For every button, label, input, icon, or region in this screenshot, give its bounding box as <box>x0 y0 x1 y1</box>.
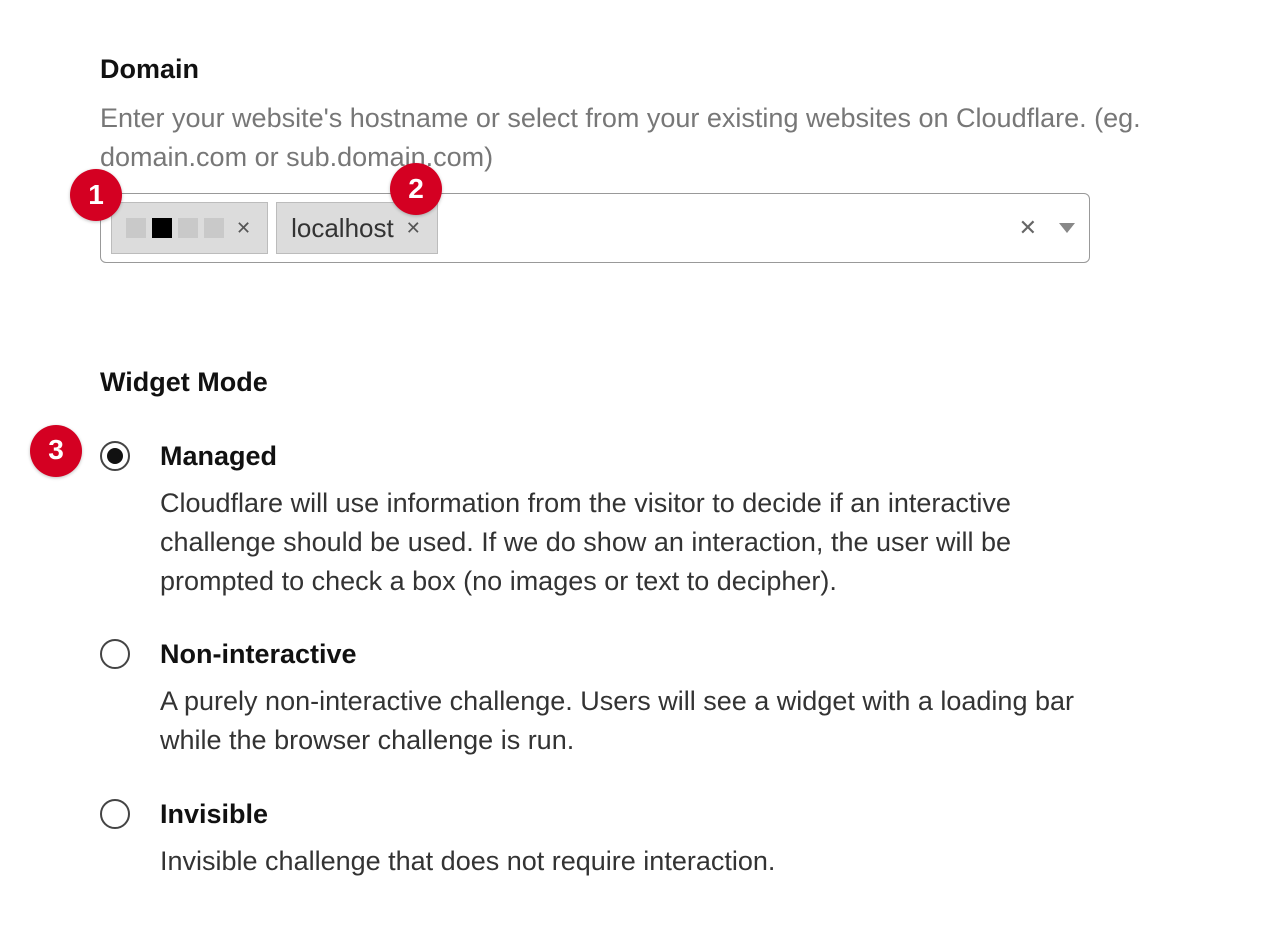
domain-title: Domain <box>100 50 1180 89</box>
radio-label-non-interactive: Non-interactive <box>160 635 1180 674</box>
radio-desc-managed: Cloudflare will use information from the… <box>160 484 1090 601</box>
radio-label-invisible: Invisible <box>160 795 1180 834</box>
radio-desc-non-interactive: A purely non-interactive challenge. User… <box>160 682 1090 760</box>
close-icon[interactable]: ✕ <box>234 215 253 241</box>
domain-description: Enter your website's hostname or select … <box>100 99 1180 177</box>
widget-mode-title: Widget Mode <box>100 363 1180 402</box>
domain-multiselect[interactable]: ✕ localhost ✕ ✕ <box>100 193 1090 263</box>
radio-option-managed[interactable]: 3 Managed Cloudflare will use informatio… <box>100 437 1180 602</box>
radio-invisible[interactable] <box>100 799 130 829</box>
radio-label-managed: Managed <box>160 437 1180 476</box>
clear-all-icon[interactable]: ✕ <box>1019 212 1037 244</box>
redacted-label <box>126 218 224 238</box>
domain-tag-redacted[interactable]: ✕ <box>111 202 268 254</box>
domain-tag-label: localhost <box>291 210 394 248</box>
radio-option-invisible[interactable]: Invisible Invisible challenge that does … <box>100 795 1180 881</box>
chevron-down-icon[interactable] <box>1059 223 1075 233</box>
close-icon[interactable]: ✕ <box>404 215 423 241</box>
annotation-marker-3: 3 <box>30 425 82 477</box>
radio-non-interactive[interactable] <box>100 639 130 669</box>
radio-desc-invisible: Invisible challenge that does not requir… <box>160 842 1090 881</box>
widget-mode-radio-group: 3 Managed Cloudflare will use informatio… <box>100 437 1180 881</box>
radio-managed[interactable] <box>100 441 130 471</box>
domain-section: Domain Enter your website's hostname or … <box>100 50 1180 263</box>
widget-mode-section: Widget Mode 3 Managed Cloudflare will us… <box>100 363 1180 880</box>
radio-option-non-interactive[interactable]: Non-interactive A purely non-interactive… <box>100 635 1180 760</box>
